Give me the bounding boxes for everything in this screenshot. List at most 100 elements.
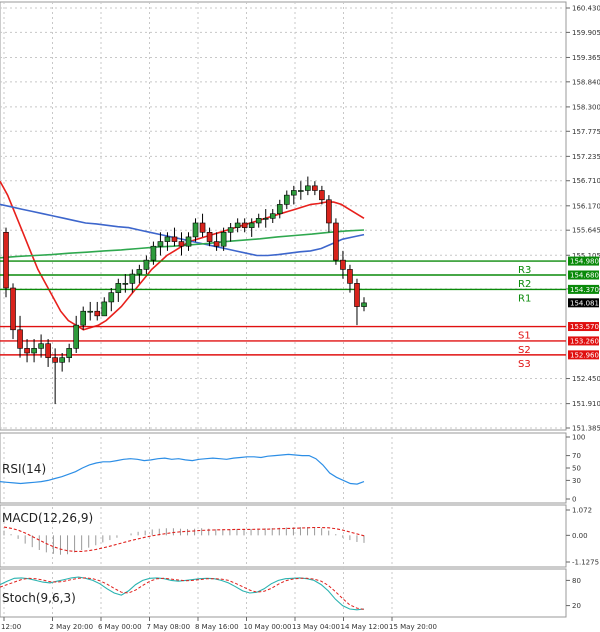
candle-body — [171, 236, 178, 242]
candle-body — [333, 222, 339, 261]
price-tag-label: 154.081 — [570, 299, 599, 307]
candle-body — [73, 324, 79, 349]
price-tick-label: 158.300 — [572, 103, 600, 111]
stoch-title: Stoch(9,6,3) — [2, 591, 76, 605]
candle-body — [248, 222, 255, 228]
candle-body — [354, 283, 360, 307]
candle-body — [10, 287, 16, 331]
candle-body — [59, 357, 65, 363]
price-tick-label: 157.775 — [572, 128, 600, 136]
candle-body — [220, 231, 227, 247]
chart: 160.430 159.905 159.365 158.840 158.300 157.7… — [0, 1, 600, 631]
rsi-tick-label: 70 — [572, 452, 581, 460]
candle-body — [312, 185, 318, 191]
candle-body — [199, 222, 206, 233]
price-tick-label: 155.645 — [572, 227, 600, 235]
candle-body — [45, 343, 51, 358]
candle-body — [326, 199, 332, 224]
price-tick-label: 159.365 — [572, 54, 600, 62]
candle-body — [185, 236, 192, 247]
rsi-tick-label: 30 — [572, 477, 581, 485]
candle-body — [3, 231, 9, 289]
candle-body — [269, 213, 276, 219]
candle-body — [31, 348, 37, 354]
time-tick-label: 8 May 16:00 — [195, 623, 239, 631]
price-tag-label: 153.260 — [570, 337, 599, 345]
time-tick-label: 2 May 20:00 — [50, 623, 94, 631]
candle-body — [101, 301, 108, 317]
macd-title: MACD(12,26,9) — [2, 511, 93, 525]
candle-body — [17, 329, 23, 349]
candle-body — [122, 283, 129, 285]
candle-body — [136, 269, 143, 275]
price-tags: 154.980 154.680 154.370 154.081 153.570 153.2… — [568, 256, 599, 360]
candle-body — [52, 357, 58, 363]
candle-body — [361, 302, 367, 307]
candle-body — [115, 283, 122, 293]
stoch-tick-label: 20 — [572, 602, 581, 610]
candle-body — [262, 218, 269, 220]
time-tick-label: 12:00 — [1, 623, 21, 631]
price-tag-label: 152.960 — [570, 351, 599, 359]
price-tick-label: 151.910 — [572, 400, 600, 408]
sub-axes: 100 70 50 30 0 1.072 0.00 -1.1275 80 20 — [566, 434, 599, 610]
candle-body — [108, 292, 115, 303]
candle-body — [192, 222, 199, 238]
time-tick-label: 10 May 00:00 — [244, 623, 292, 631]
candle-body — [291, 190, 297, 196]
price-tag-label: 154.370 — [570, 286, 599, 294]
price-tag-label: 154.980 — [570, 258, 599, 266]
candle-body — [241, 222, 248, 228]
pivot-label: R2 — [518, 279, 531, 290]
candle-body — [164, 236, 171, 242]
price-tick-label: 158.840 — [572, 78, 600, 86]
candle-body — [276, 204, 283, 215]
candle-body — [94, 310, 101, 317]
candle-body — [305, 185, 311, 191]
candle-body — [38, 343, 44, 349]
price-tick-label: 151.385 — [572, 425, 600, 433]
macd-tick-label: 1.072 — [572, 507, 592, 515]
candle-body — [340, 259, 346, 270]
rsi-tick-label: 0 — [572, 496, 576, 504]
candle-body — [347, 269, 353, 284]
pivot-label: R3 — [518, 265, 531, 276]
macd-tick-label: -1.1275 — [572, 559, 599, 567]
candle-body — [283, 194, 290, 205]
macd-tick-label: 0.00 — [572, 532, 588, 540]
price-tag-label: 153.570 — [570, 323, 599, 331]
time-tick-label: 13 May 04:00 — [292, 623, 340, 631]
time-axis: 12:00 2 May 20:00 6 May 00:00 7 May 08:00 8 … — [1, 617, 437, 631]
pivot-label: S1 — [518, 331, 531, 342]
price-axis: 160.430 159.905 159.365 158.840 158.300 157.7… — [566, 5, 600, 433]
candle-body — [234, 222, 241, 228]
time-tick-label: 7 May 08:00 — [147, 623, 191, 631]
rsi-tick-label: 50 — [572, 465, 581, 473]
candle-body — [66, 348, 72, 358]
pivot-label: S2 — [518, 345, 531, 356]
price-tag-label: 154.680 — [570, 271, 599, 279]
stoch-panel — [0, 568, 567, 618]
candle-body — [150, 245, 157, 261]
price-tick-label: 159.905 — [572, 29, 600, 37]
candle-body — [24, 348, 30, 354]
stoch-tick-label: 80 — [572, 577, 581, 585]
candle-body — [298, 190, 304, 192]
candle-body — [255, 218, 262, 224]
price-tick-label: 156.170 — [572, 202, 600, 210]
candle-body — [227, 227, 234, 233]
pivot-label: S3 — [518, 359, 531, 370]
candle-body — [178, 241, 185, 247]
candle-body — [206, 231, 213, 242]
time-tick-label: 15 May 20:00 — [389, 623, 437, 631]
time-tick-label: 14 May 12:00 — [341, 623, 389, 631]
rsi-title: RSI(14) — [2, 462, 46, 476]
rsi-panel — [0, 432, 567, 504]
time-tick-label: 6 May 00:00 — [98, 623, 142, 631]
price-tick-label: 157.235 — [572, 153, 600, 161]
candle-body — [213, 241, 220, 247]
price-tick-label: 156.710 — [572, 177, 600, 185]
candle-body — [143, 259, 150, 270]
candle-body — [157, 241, 164, 247]
candle-body — [319, 190, 325, 201]
